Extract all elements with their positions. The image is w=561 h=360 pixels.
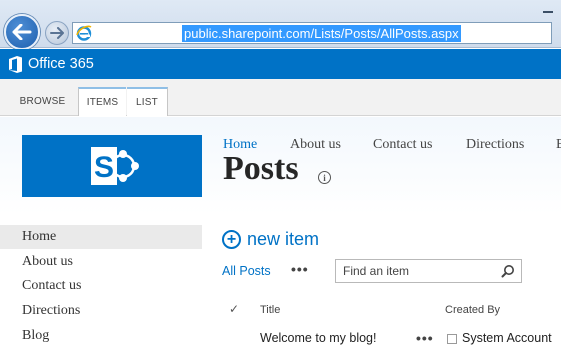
left-nav-directions[interactable]: Directions: [0, 299, 202, 323]
suite-bar: Office 365: [0, 49, 561, 79]
row-checkbox[interactable]: [447, 334, 457, 344]
site-logo[interactable]: S: [22, 135, 202, 197]
browser-toolbar: public.sharepoint.com/Lists/Posts/AllPos…: [0, 0, 561, 50]
address-bar[interactable]: public.sharepoint.com/Lists/Posts/AllPos…: [72, 22, 552, 44]
row-created-by[interactable]: System Account: [462, 331, 552, 345]
left-nav-contact-us[interactable]: Contact us: [0, 274, 202, 298]
left-nav-home[interactable]: Home: [0, 225, 202, 249]
column-header-title[interactable]: Title: [260, 304, 280, 316]
internet-explorer-icon: [73, 23, 95, 43]
column-header-created-by[interactable]: Created By: [445, 304, 500, 316]
select-all-checkmark[interactable]: ✓: [229, 302, 239, 316]
ribbon: BROWSE ITEMS LIST: [0, 79, 561, 116]
minimize-button[interactable]: [536, 0, 561, 19]
left-nav-about-us[interactable]: About us: [0, 250, 202, 274]
plus-circle-icon: +: [222, 230, 241, 249]
search-input[interactable]: [343, 261, 503, 281]
search-icon[interactable]: [501, 264, 515, 278]
tab-list[interactable]: LIST: [127, 87, 168, 116]
sharepoint-logo-icon: S: [91, 147, 139, 185]
info-icon[interactable]: i: [318, 171, 331, 184]
new-item-label: new item: [247, 229, 320, 249]
arrow-left-icon: [12, 24, 32, 40]
row-more-button[interactable]: •••: [416, 330, 434, 346]
view-all-posts[interactable]: All Posts: [222, 264, 271, 278]
tab-browse[interactable]: BROWSE: [10, 87, 75, 116]
left-nav-blog[interactable]: Blog: [0, 324, 202, 348]
page-title: Posts: [223, 150, 299, 187]
tab-items[interactable]: ITEMS: [78, 87, 126, 116]
arrow-right-icon: [50, 27, 64, 39]
top-nav-blog[interactable]: B: [556, 137, 561, 153]
back-button[interactable]: [4, 14, 40, 50]
office-logo-icon: [9, 55, 22, 73]
forward-button[interactable]: [45, 21, 69, 45]
view-more-button[interactable]: •••: [291, 261, 309, 277]
new-item-button[interactable]: + new item: [222, 229, 319, 250]
top-nav-contact-us[interactable]: Contact us: [373, 137, 433, 153]
search-box[interactable]: [335, 259, 522, 283]
url-text[interactable]: public.sharepoint.com/Lists/Posts/AllPos…: [182, 24, 461, 42]
svg-text:S: S: [94, 151, 114, 184]
row-title-link[interactable]: Welcome to my blog!: [260, 331, 376, 345]
suite-title[interactable]: Office 365: [28, 56, 94, 72]
top-nav-directions[interactable]: Directions: [466, 137, 524, 153]
